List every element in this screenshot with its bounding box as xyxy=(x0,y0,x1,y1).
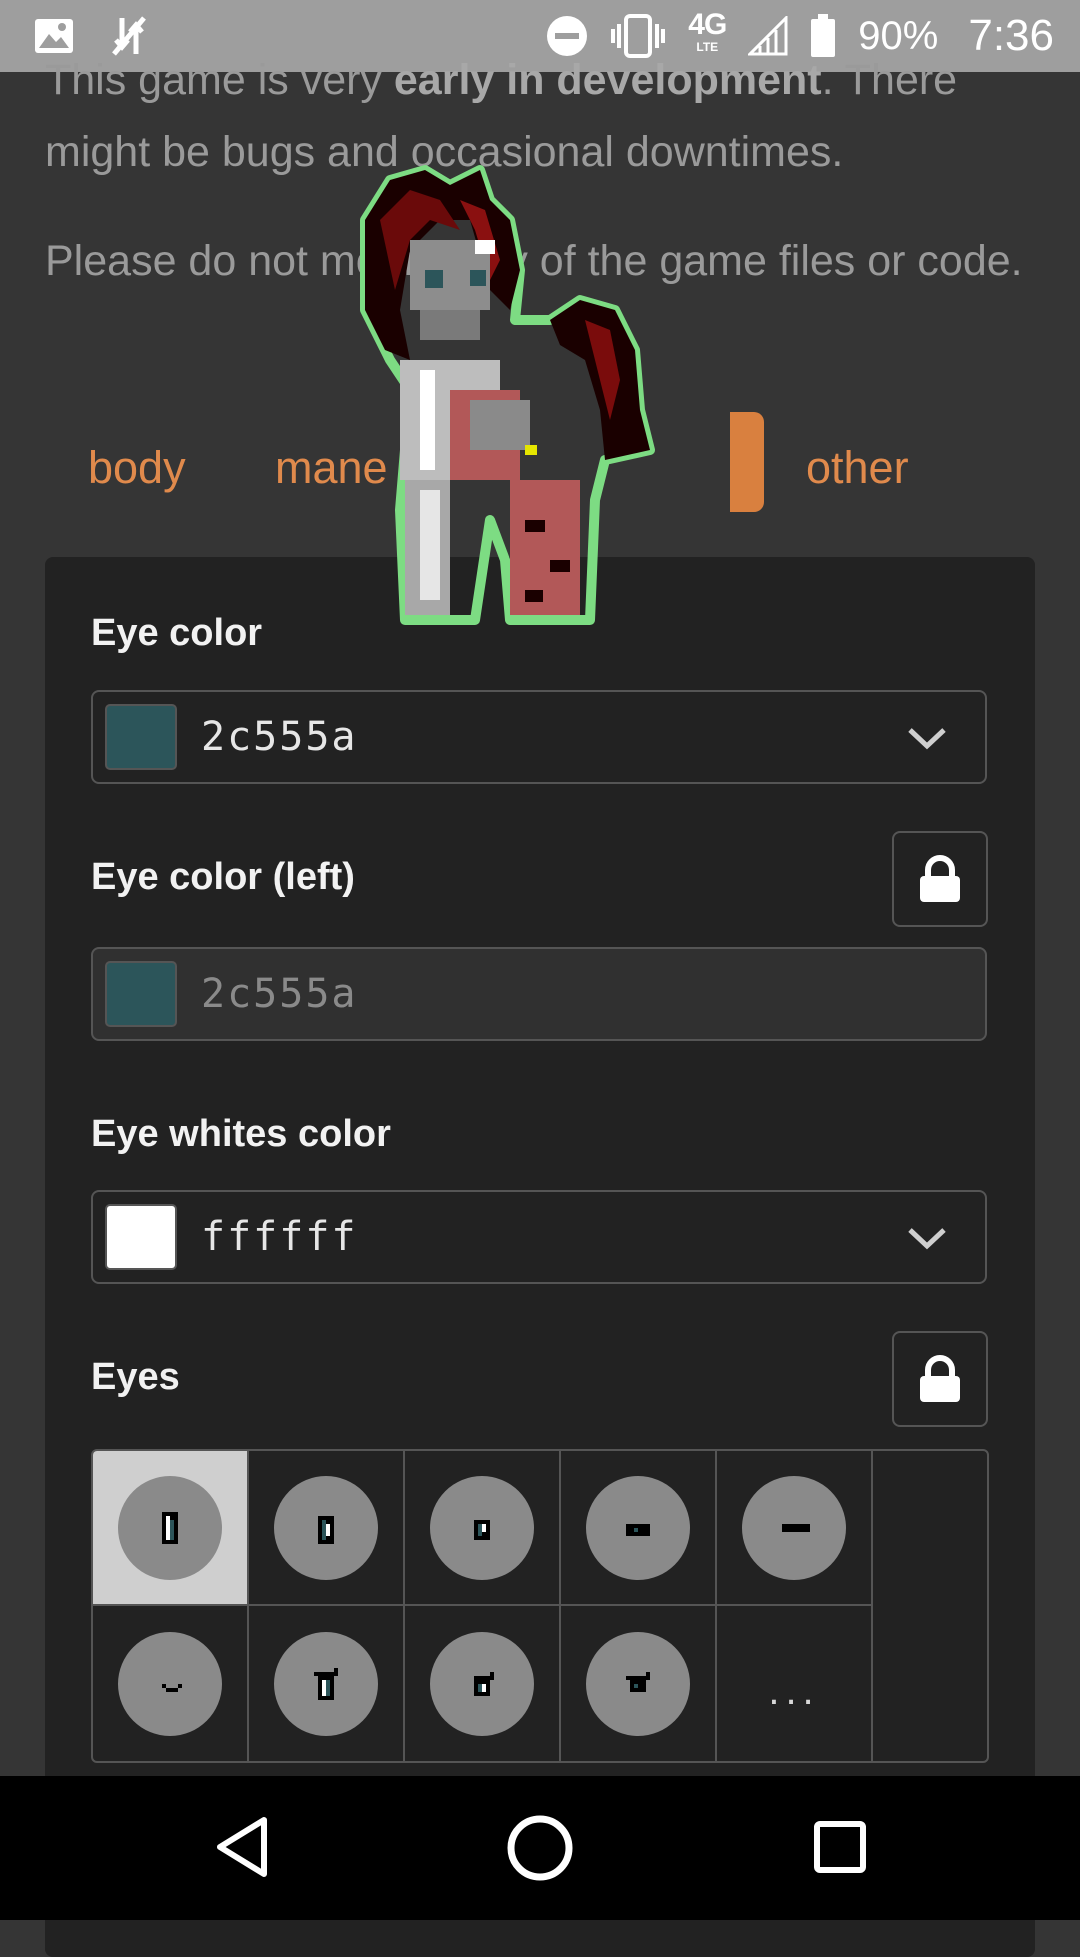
eye-style-icon xyxy=(274,1631,378,1736)
eyes-grid: ... xyxy=(91,1449,989,1763)
tab-body[interactable]: body xyxy=(88,432,186,504)
navigation-bar xyxy=(0,1776,1080,1920)
lock-icon xyxy=(920,1355,960,1402)
eye-grid-filler xyxy=(873,1451,987,1761)
eye-color-left-value: 2c555a xyxy=(201,971,358,1017)
eye-option[interactable] xyxy=(249,1451,405,1606)
eye-option[interactable] xyxy=(93,1606,249,1761)
back-icon[interactable] xyxy=(214,1816,270,1878)
eye-style-icon xyxy=(430,1631,534,1736)
eyes-more-button[interactable]: ... xyxy=(717,1606,873,1761)
eye-option[interactable] xyxy=(717,1451,873,1606)
intro-p1-pre: This game is very xyxy=(45,56,394,104)
eye-style-icon xyxy=(586,1475,690,1580)
eye-whites-select[interactable]: ffffff xyxy=(91,1190,987,1284)
eye-style-icon xyxy=(586,1631,690,1736)
home-icon[interactable] xyxy=(506,1814,574,1882)
eye-color-swatch xyxy=(105,704,177,770)
eye-whites-swatch xyxy=(105,1204,177,1270)
eye-style-icon xyxy=(118,1475,222,1580)
eye-color-left-select: 2c555a xyxy=(91,947,987,1041)
eyes-lock-button[interactable] xyxy=(892,1331,988,1427)
chevron-down-icon xyxy=(908,728,946,750)
character-preview xyxy=(360,165,655,625)
eye-color-left-label: Eye color (left) xyxy=(91,856,355,898)
more-label: ... xyxy=(768,1669,820,1713)
eye-style-icon xyxy=(742,1475,846,1580)
eye-option[interactable] xyxy=(249,1606,405,1761)
intro-p1-bold: early in development xyxy=(393,56,822,104)
network-type: 4G xyxy=(688,8,727,41)
eye-option[interactable] xyxy=(405,1451,561,1606)
eye-whites-label: Eye whites color xyxy=(91,1113,391,1155)
eye-whites-value: ffffff xyxy=(201,1214,358,1260)
eye-color-value: 2c555a xyxy=(201,714,358,760)
tab-other[interactable]: other xyxy=(806,432,909,504)
eye-color-select[interactable]: 2c555a xyxy=(91,690,987,784)
eye-color-label: Eye color xyxy=(91,612,263,654)
eye-option[interactable] xyxy=(405,1606,561,1761)
eye-style-icon xyxy=(274,1475,378,1580)
chevron-down-icon xyxy=(908,1228,946,1250)
lock-icon xyxy=(920,855,960,902)
eye-color-left-lock-button[interactable] xyxy=(892,831,988,927)
eyes-label: Eyes xyxy=(91,1356,180,1398)
eye-style-icon xyxy=(118,1631,222,1736)
recents-icon[interactable] xyxy=(813,1820,867,1874)
eye-option[interactable] xyxy=(561,1451,717,1606)
eye-option[interactable] xyxy=(561,1606,717,1761)
eye-style-icon xyxy=(430,1475,534,1580)
eye-option[interactable] xyxy=(93,1451,249,1606)
eye-color-left-swatch xyxy=(105,961,177,1027)
